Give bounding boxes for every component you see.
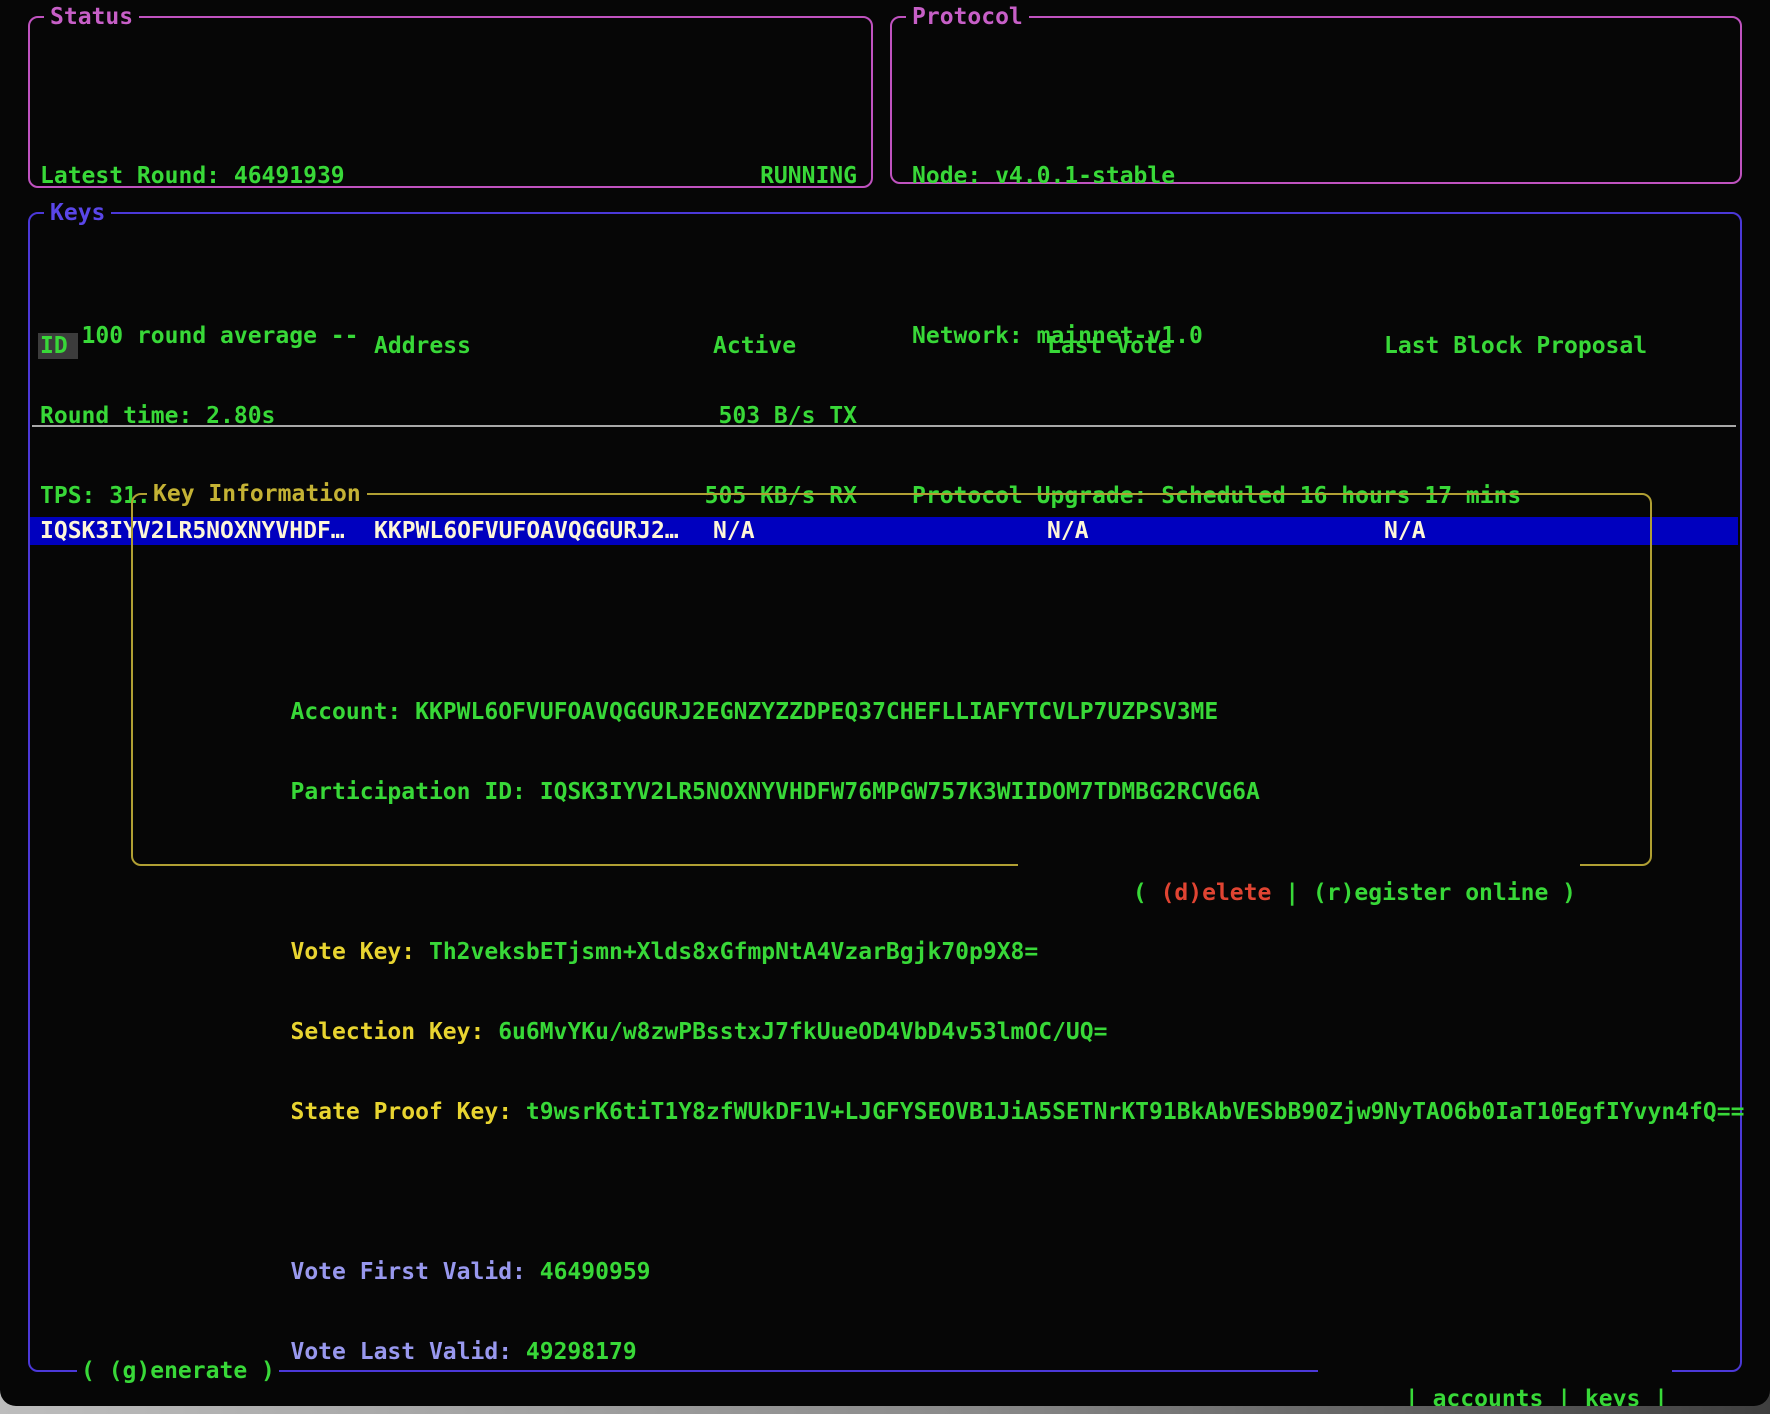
tabs-pipe-middle: | [1543,1386,1585,1406]
actions-separator: | [1271,880,1313,906]
generate-action[interactable]: ( (g)enerate ) [77,1357,279,1385]
key-information-title: Key Information [147,480,367,508]
vote-last-valid-label: Vote Last Valid: [290,1339,525,1365]
keys-table-header: ID Address Active Last Vote Last Block P… [30,332,1740,360]
column-header-active: Active [713,332,1047,360]
status-panel: Status Latest Round: 46491939 RUNNING --… [28,16,873,188]
tabs-pipe-left: | [1405,1386,1433,1406]
column-header-last-vote: Last Vote [1047,332,1384,360]
vote-key-value: Th2veksbETjsmn+Xlds8xGfmpNtA4VzarBgjk70p… [429,939,1038,965]
actions-open-paren: ( [1133,880,1161,906]
tab-keys[interactable]: keys [1585,1386,1640,1406]
participation-id-label: Participation ID: [290,779,539,805]
node-version: Node: v4.0.1-stable [912,162,1175,190]
table-header-separator [32,425,1736,427]
selection-key-label: Selection Key: [290,1019,498,1045]
account-value: KKPWL6OFVUFOAVQGGURJ2EGNZYZZDPEQ37CHEFLL… [415,699,1218,725]
node-state-badge: RUNNING [760,162,857,190]
vote-last-valid-value: 49298179 [526,1339,637,1365]
column-header-id: ID [38,333,78,359]
keys-panel-title: Keys [44,199,111,227]
view-tabs: | accounts | keys | [1318,1357,1672,1385]
vote-key-label: Vote Key: [290,939,428,965]
latest-round: Latest Round: 46491939 [40,162,345,190]
tab-accounts[interactable]: accounts [1433,1386,1544,1406]
key-actions-hint: ( (d)elete | (r)egister online ) [1018,851,1580,879]
column-header-last-block-proposal: Last Block Proposal [1384,332,1740,360]
state-proof-key-label: State Proof Key: [290,1099,525,1125]
register-online-action[interactable]: (r)egister online [1313,880,1548,906]
participation-id-value: IQSK3IYV2LR5NOXNYVHDFW76MPGW757K3WIIDOM7… [540,779,1260,805]
tabs-pipe-right: | [1640,1386,1668,1406]
status-panel-title: Status [44,3,139,31]
protocol-panel: Protocol Node: v4.0.1-stable Network: ma… [890,16,1742,184]
selection-key-value: 6u6MvYKu/w8zwPBsstxJ7fkUueOD4VbD4v53lmOC… [498,1019,1107,1045]
delete-action[interactable]: (d)elete [1161,880,1272,906]
terminal-window: Status Latest Round: 46491939 RUNNING --… [0,0,1770,1406]
vote-first-valid-value: 46490959 [540,1259,651,1285]
account-label: Account: [290,699,415,725]
key-information-panel: Key Information Account: KKPWL6OFVUFOAVQ… [131,493,1652,866]
vote-first-valid-label: Vote First Valid: [290,1259,539,1285]
keys-panel: Keys ID Address Active Last Vote Last Bl… [28,212,1742,1372]
column-header-address: Address [374,332,713,360]
actions-close-paren: ) [1548,880,1576,906]
protocol-panel-title: Protocol [906,3,1029,31]
state-proof-key-value: t9wsrK6tiT1Y8zfWUkDF1V+LJGFYSEOVB1JiA5SE… [526,1099,1745,1125]
